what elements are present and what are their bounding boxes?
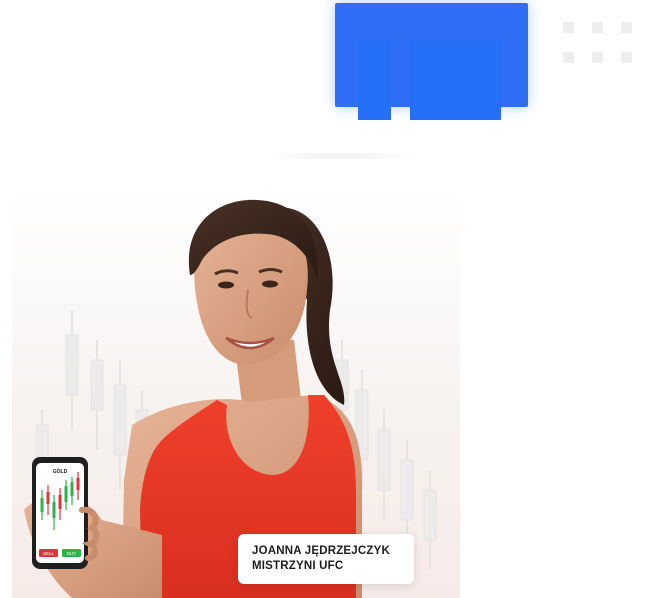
sell-label: SELL xyxy=(43,551,55,556)
right-eye xyxy=(262,280,278,288)
blue-decor-left xyxy=(358,40,391,120)
caption-name: JOANNA JĘDRZEJCZYK xyxy=(252,545,391,557)
caption-card: JOANNA JĘDRZEJCZYK MISTRZYNI UFC xyxy=(238,534,414,584)
buy-label: BUY xyxy=(67,551,76,556)
left-eye xyxy=(218,281,234,289)
blue-decor-right xyxy=(410,40,501,120)
divider-line xyxy=(265,153,415,159)
caption-title: MISTRZYNI UFC xyxy=(252,560,344,572)
dot-grid-decor xyxy=(563,22,645,66)
phone-pair-label: GOLD xyxy=(53,469,68,475)
phone-mockup: GOLD SELL BUY xyxy=(32,457,88,569)
